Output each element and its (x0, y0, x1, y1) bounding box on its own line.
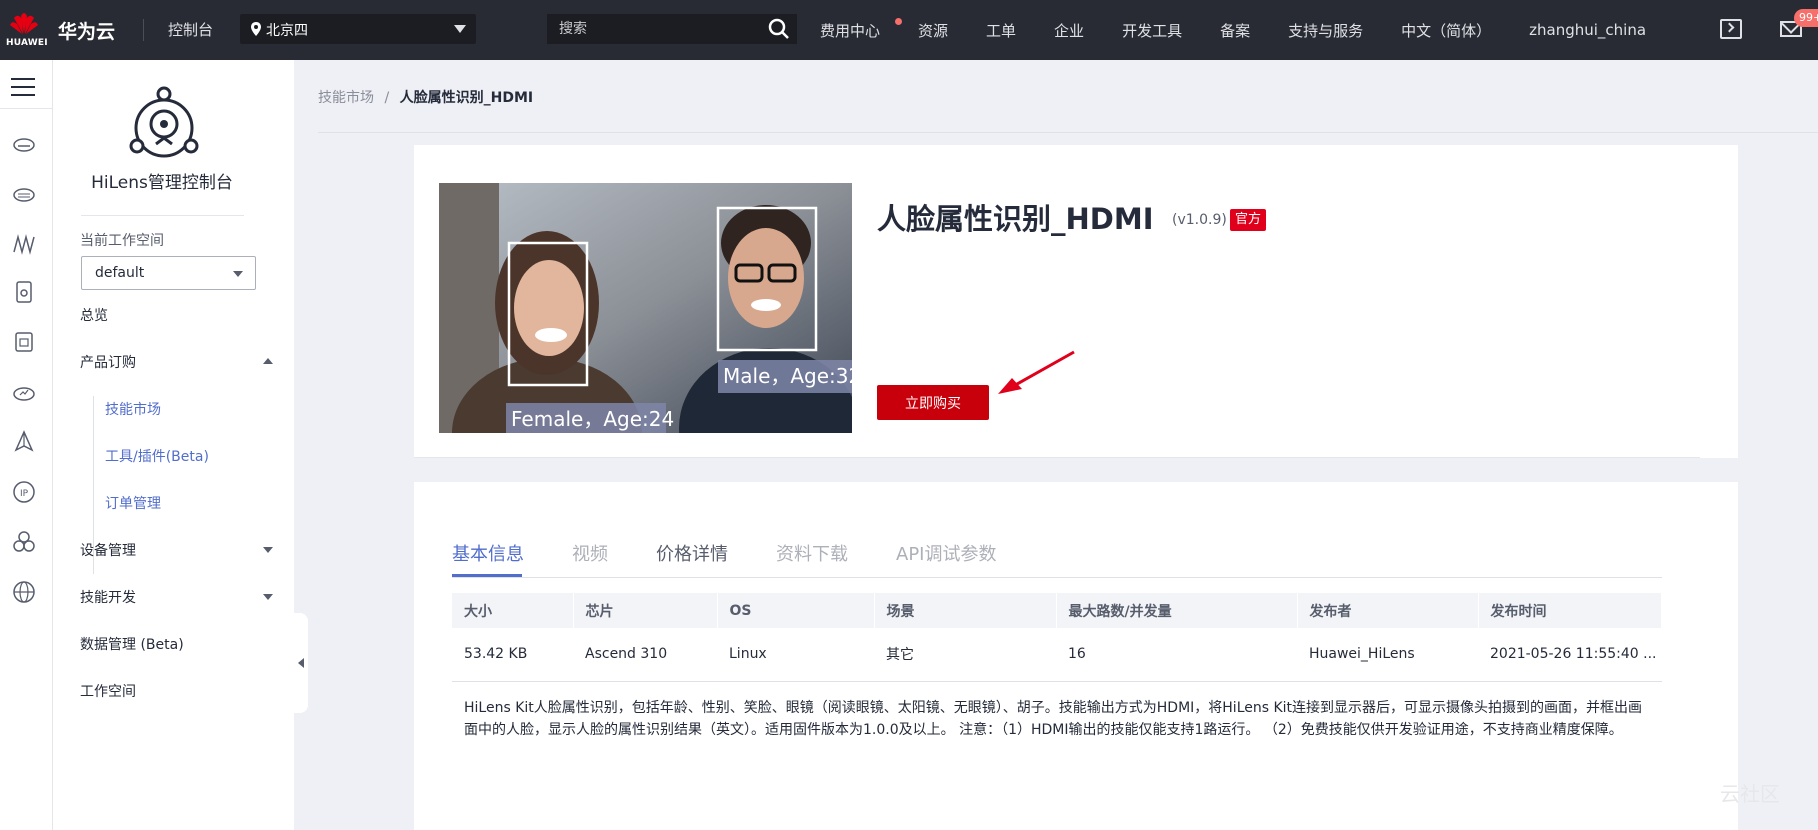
console-link[interactable]: 控制台 (168, 19, 213, 40)
table-row: 53.42 KB Ascend 310 Linux 其它 16 Huawei_H… (452, 628, 1662, 682)
top-nav-links: 费用中心 资源 工单 企业 开发工具 备案 支持与服务 中文（简体） zhang… (820, 0, 1684, 60)
skill-description: HiLens Kit人脸属性识别，包括年龄、性别、笑脸、眼镜（阅读眼镜、太阳镜、… (464, 700, 1643, 738)
search-icon[interactable] (768, 18, 790, 40)
column-header-max-concurrency: 最大路数/并发量 (1056, 593, 1298, 628)
photo-label-female: Female，Age:24 (511, 407, 674, 431)
watermark-text: 云社区 (1720, 782, 1780, 806)
cell-publisher: Huawei_HiLens (1297, 628, 1478, 682)
column-header-os: OS (717, 593, 875, 628)
table-header-row: 大小 芯片 OS 场景 最大路数/并发量 发布者 发布时间 (452, 593, 1662, 628)
tab-basic-info[interactable]: 基本信息 (452, 540, 524, 566)
brand-text-cn[interactable]: 华为云 (58, 17, 115, 44)
huawei-flower-icon (10, 13, 38, 35)
sidebar-title: HiLens管理控制台 (91, 173, 233, 193)
hilens-sidebar: HiLens管理控制台 当前工作空间 default 总览 产品订购 技能市场 … (53, 60, 294, 830)
service-icon-rail: IP (0, 60, 53, 830)
tab-api-params[interactable]: API调试参数 (896, 540, 996, 566)
mail-badge: 99+ (1794, 9, 1818, 27)
breadcrumb: 技能市场 / 人脸属性识别_HDMI (318, 87, 533, 107)
nav-enterprise[interactable]: 企业 (1054, 20, 1084, 41)
cell-size: 53.42 KB (452, 628, 573, 682)
cloud-server-icon[interactable] (12, 132, 36, 156)
column-header-chip: 芯片 (573, 593, 718, 628)
sidebar-item-workspace[interactable]: 工作空间 (80, 681, 136, 701)
cell-publish-time: 2021-05-26 11:55:40 ... (1478, 628, 1662, 682)
chevron-down-icon (233, 271, 243, 277)
sidebar-item-order-management[interactable]: 订单管理 (105, 493, 161, 513)
workspace-label: 当前工作空间 (80, 233, 164, 249)
search-input[interactable] (547, 14, 797, 44)
sidebar-item-skill-development[interactable]: 技能开发 (80, 587, 136, 607)
cluster-icon[interactable] (12, 530, 36, 554)
skill-preview-image: Female，Age:24 Male，Age:32 (439, 183, 852, 433)
chevron-up-icon[interactable] (263, 358, 273, 364)
svg-text:IP: IP (20, 489, 29, 499)
rail-divider (0, 108, 53, 109)
column-header-publish-time: 发布时间 (1478, 593, 1662, 628)
top-navbar: HUAWEI 华为云 控制台 北京四 费用中心 资源 工单 企业 开发工具 备案… (0, 0, 1818, 60)
tab-video[interactable]: 视频 (572, 540, 608, 566)
sidebar-item-overview[interactable]: 总览 (80, 305, 108, 325)
container-icon[interactable] (12, 330, 36, 354)
nav-tickets[interactable]: 工单 (986, 20, 1016, 41)
brand-text-en: HUAWEI (6, 38, 48, 48)
column-header-publisher: 发布者 (1297, 593, 1479, 628)
ai-model-icon[interactable] (12, 430, 36, 454)
sidebar-divider (81, 215, 244, 216)
cell-chip: Ascend 310 (573, 628, 717, 682)
region-value: 北京四 (266, 23, 308, 39)
huawei-logo[interactable]: HUAWEI (0, 0, 48, 60)
sidebar-collapse-toggle[interactable] (294, 613, 308, 713)
region-selector[interactable]: 北京四 (240, 14, 476, 44)
chevron-down-icon (454, 25, 466, 33)
sidebar-item-tools-plugins[interactable]: 工具/插件(Beta) (105, 446, 209, 466)
globe-icon[interactable] (12, 580, 36, 604)
cell-os: Linux (717, 628, 874, 682)
nav-dev-tools[interactable]: 开发工具 (1122, 20, 1182, 41)
cell-max-concurrency: 16 (1056, 628, 1297, 682)
database-icon[interactable] (12, 280, 36, 304)
workspace-value: default (95, 265, 145, 281)
nav-language[interactable]: 中文（简体） (1401, 20, 1491, 41)
notification-dot (895, 18, 902, 25)
breadcrumb-separator: / (384, 90, 390, 106)
tabs-divider (452, 577, 1662, 578)
breadcrumb-divider (318, 132, 1818, 133)
cell-scene: 其它 (874, 628, 1056, 682)
chevron-down-icon[interactable] (263, 594, 273, 600)
location-pin-icon (251, 22, 261, 36)
nav-billing[interactable]: 费用中心 (820, 20, 880, 41)
breadcrumb-current: 人脸属性识别_HDMI (399, 90, 534, 106)
column-header-scene: 场景 (874, 593, 1057, 628)
cloud-storage-icon[interactable] (12, 182, 36, 206)
cloud-monitor-icon[interactable] (12, 380, 36, 404)
skill-title: 人脸属性识别_HDMI (877, 202, 1154, 236)
official-tag: 官方 (1230, 209, 1267, 231)
skill-info-table: 大小 芯片 OS 场景 最大路数/并发量 发布者 发布时间 53.42 KB A… (452, 593, 1662, 682)
tab-price-details[interactable]: 价格详情 (656, 540, 728, 566)
workspace-select[interactable]: default (81, 256, 256, 290)
sidebar-item-product-order[interactable]: 产品订购 (80, 352, 136, 372)
nav-resources[interactable]: 资源 (918, 20, 948, 41)
sidebar-item-skill-market[interactable]: 技能市场 (105, 399, 161, 419)
annotation-arrow-icon (998, 350, 1075, 394)
cloud-shell-icon[interactable] (1720, 19, 1742, 39)
network-icon[interactable] (12, 232, 36, 256)
tab-downloads[interactable]: 资料下载 (776, 540, 848, 566)
ip-address-icon[interactable]: IP (12, 480, 36, 504)
sidebar-item-device-management[interactable]: 设备管理 (80, 540, 136, 560)
skill-version: (v1.0.9) (1172, 212, 1227, 228)
hamburger-menu-icon[interactable] (11, 78, 35, 96)
hilens-logo-icon (129, 86, 199, 158)
sidebar-item-data-management[interactable]: 数据管理 (Beta) (80, 634, 184, 654)
photo-label-male: Male，Age:32 (723, 364, 852, 388)
nav-support[interactable]: 支持与服务 (1288, 20, 1363, 41)
column-header-size: 大小 (452, 593, 574, 628)
nav-username[interactable]: zhanghui_china (1529, 21, 1646, 39)
buy-now-button[interactable]: 立即购买 (877, 385, 989, 420)
breadcrumb-parent[interactable]: 技能市场 (318, 90, 374, 106)
nav-divider (143, 19, 144, 41)
chevron-down-icon[interactable] (263, 547, 273, 553)
nav-icp[interactable]: 备案 (1220, 20, 1250, 41)
